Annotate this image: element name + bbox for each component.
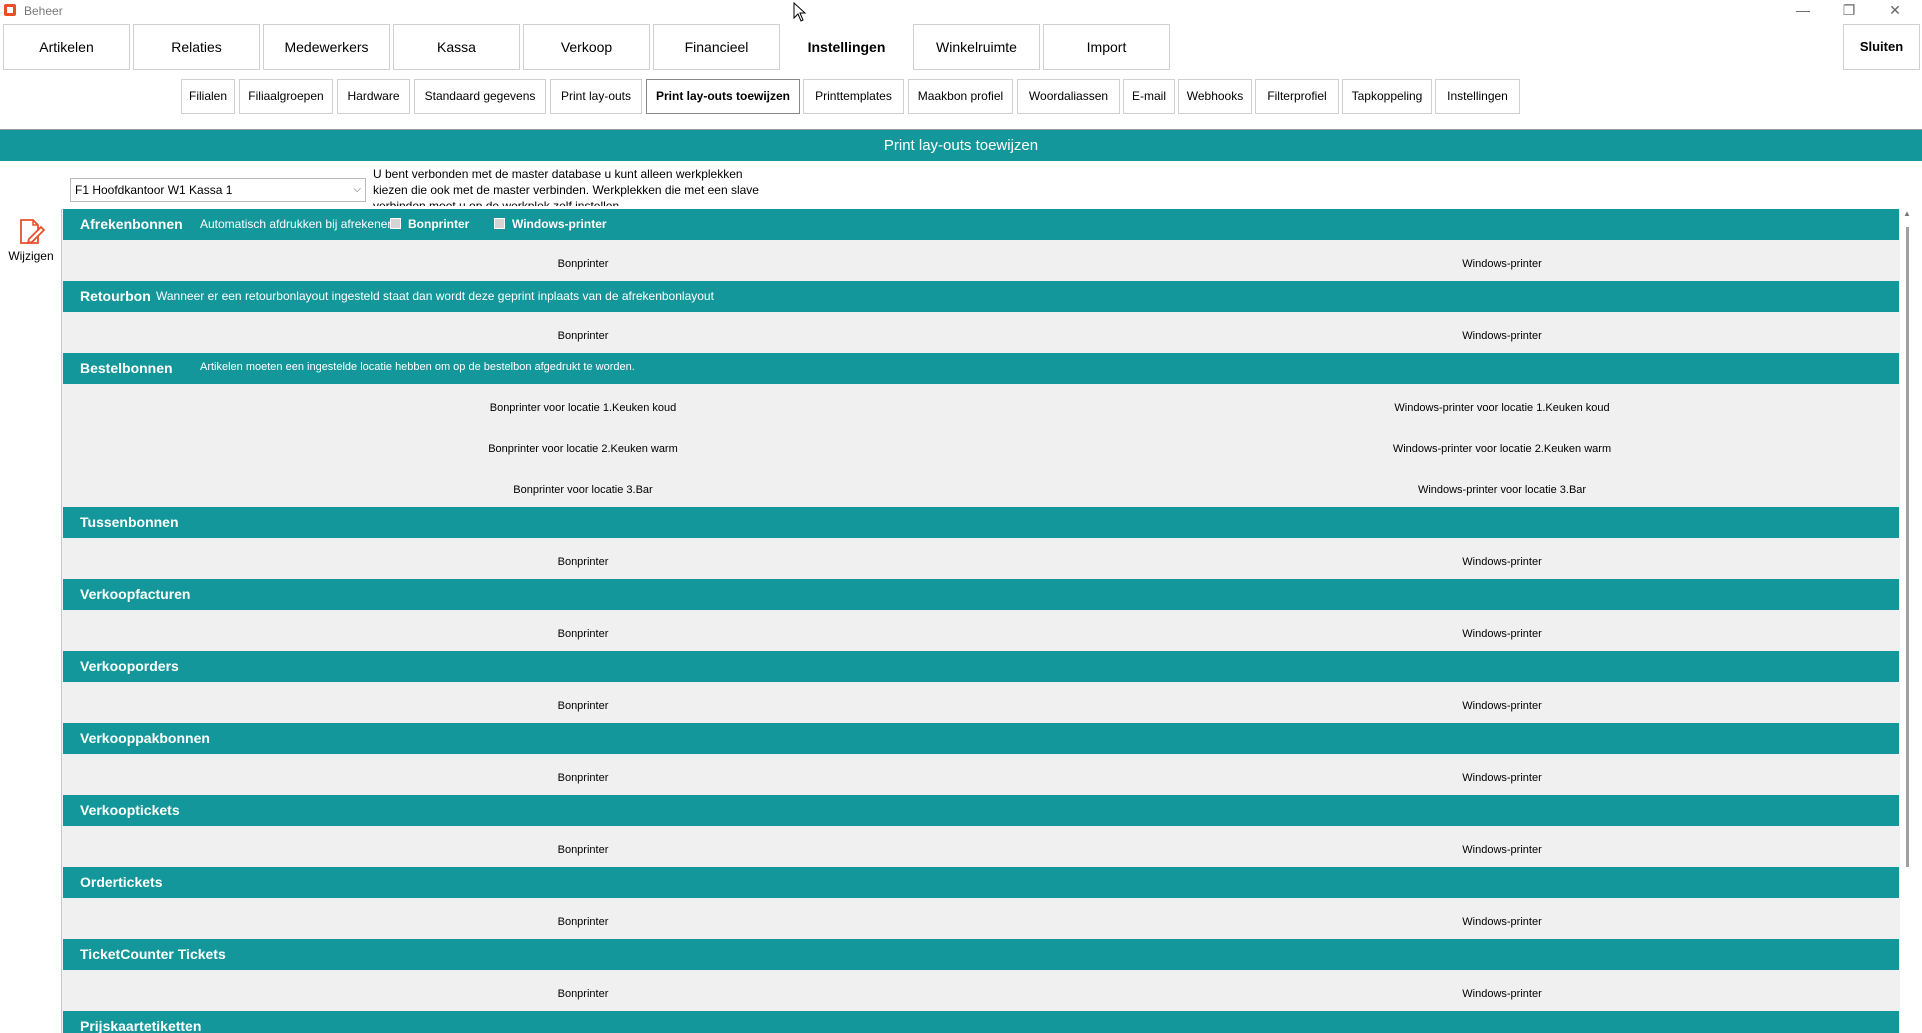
section-header-bestelbonnen: Bestelbonnen Artikelen moeten een ingest… [63,353,1899,384]
section-header-ordertickets: Ordertickets [63,867,1899,898]
subtab-print-layouts-toewijzen[interactable]: Print lay-outs toewijzen [646,79,800,114]
cell-bonprinter[interactable]: Bonprinter [233,700,933,712]
workstation-select-value: F1 Hoofdkantoor W1 Kassa 1 [75,183,233,197]
checkbox-bonprinter[interactable] [390,218,401,229]
section-title: Prijskaartetiketten [80,1018,202,1033]
subtab-filiaalgroepen[interactable]: Filiaalgroepen [239,79,333,114]
title-bar: Beheer — ❐ ✕ [0,0,1922,22]
subtab-maakbon-profiel[interactable]: Maakbon profiel [908,79,1013,114]
tab-winkelruimte[interactable]: Winkelruimte [913,24,1040,70]
subtab-filialen[interactable]: Filialen [181,79,235,114]
section-header-prijskaartetiketten: Prijskaartetiketten [63,1011,1899,1033]
section-title: Afrekenbonnen [80,216,183,232]
cell-bonprinter[interactable]: Bonprinter [233,628,933,640]
section-title: Verkooppakbonnen [80,730,210,746]
section-title: Retourbon [80,288,151,304]
section-title: Verkoopfacturen [80,586,191,602]
section-title: Verkooporders [80,658,179,674]
cell-windows-printer-locatie-1[interactable]: Windows-printer voor locatie 1.Keuken ko… [1152,402,1852,414]
subtab-hardware[interactable]: Hardware [337,79,410,114]
cell-windows-printer[interactable]: Windows-printer [1152,258,1852,270]
checkbox-windows-printer[interactable] [494,218,505,229]
checkbox-bonprinter-label: Bonprinter [408,217,470,231]
tab-artikelen[interactable]: Artikelen [3,24,130,70]
cell-windows-printer[interactable]: Windows-printer [1152,916,1852,928]
cell-windows-printer[interactable]: Windows-printer [1152,988,1852,1000]
cell-bonprinter[interactable]: Bonprinter [233,556,933,568]
edit-document-icon [20,219,46,245]
tab-relaties[interactable]: Relaties [133,24,260,70]
master-database-info: U bent verbonden met de master database … [373,167,759,206]
subtab-woordaliassen[interactable]: Woordaliassen [1017,79,1120,114]
cell-bonprinter[interactable]: Bonprinter [233,988,933,1000]
minimize-button[interactable]: — [1780,0,1826,22]
section-header-tussenbonnen: Tussenbonnen [63,507,1899,538]
section-header-verkooppakbonnen: Verkooppakbonnen [63,723,1899,754]
sluiten-button[interactable]: Sluiten [1843,24,1920,70]
section-header-verkooporders: Verkooporders [63,651,1899,682]
cell-windows-printer-locatie-3[interactable]: Windows-printer voor locatie 3.Bar [1152,484,1852,496]
window-close-button[interactable]: ✕ [1872,0,1918,22]
app-icon [4,4,16,16]
cell-bonprinter[interactable]: Bonprinter [233,330,933,342]
section-header-verkooptickets: Verkooptickets [63,795,1899,826]
section-title: Bestelbonnen [80,360,173,376]
cell-windows-printer[interactable]: Windows-printer [1152,844,1852,856]
section-title: Tussenbonnen [80,514,179,530]
subtab-email[interactable]: E-mail [1123,79,1175,114]
section-note: Automatisch afdrukken bij afrekenen [200,217,395,231]
chevron-down-icon: ⌵ [353,184,361,195]
cell-bonprinter[interactable]: Bonprinter [233,258,933,270]
cell-bonprinter-locatie-1[interactable]: Bonprinter voor locatie 1.Keuken koud [233,402,933,414]
subtab-standaard-gegevens[interactable]: Standaard gegevens [414,79,546,114]
tab-import[interactable]: Import [1043,24,1170,70]
cell-windows-printer[interactable]: Windows-printer [1152,556,1852,568]
cell-windows-printer[interactable]: Windows-printer [1152,772,1852,784]
section-header-retourbon: Retourbon Wanneer er een retourbonlayout… [63,281,1899,312]
scroll-up-icon[interactable]: ▲ [1903,209,1911,218]
window-title: Beheer [24,4,63,18]
cell-windows-printer[interactable]: Windows-printer [1152,330,1852,342]
cell-windows-printer[interactable]: Windows-printer [1152,628,1852,640]
section-title: TicketCounter Tickets [80,946,226,962]
cell-windows-printer-locatie-2[interactable]: Windows-printer voor locatie 2.Keuken wa… [1152,443,1852,455]
workstation-select[interactable]: F1 Hoofdkantoor W1 Kassa 1 ⌵ [70,178,366,202]
cell-bonprinter-locatie-2[interactable]: Bonprinter voor locatie 2.Keuken warm [233,443,933,455]
wijzigen-button[interactable]: Wijzigen [6,215,56,271]
checkbox-windows-printer-label: Windows-printer [512,217,607,231]
tab-kassa[interactable]: Kassa [393,24,520,70]
print-layout-grid: Afrekenbonnen Automatisch afdrukken bij … [61,209,1900,1033]
section-header-ticketcounter-tickets: TicketCounter Tickets [63,939,1899,970]
mouse-cursor-icon [793,2,807,22]
wijzigen-label: Wijzigen [8,249,54,263]
subtab-filterprofiel[interactable]: Filterprofiel [1255,79,1339,114]
maximize-button[interactable]: ❐ [1826,0,1872,22]
cell-bonprinter[interactable]: Bonprinter [233,916,933,928]
subtab-print-layouts[interactable]: Print lay-outs [550,79,642,114]
page-title: Print lay-outs toewijzen [0,130,1922,161]
section-note: Wanneer er een retourbonlayout ingesteld… [156,289,714,303]
vertical-scrollbar[interactable]: ▲ [1903,209,1913,1033]
section-title: Verkooptickets [80,802,180,818]
tab-instellingen[interactable]: Instellingen [783,24,910,70]
section-header-afrekenbonnen: Afrekenbonnen Automatisch afdrukken bij … [63,209,1899,240]
tab-verkoop[interactable]: Verkoop [523,24,650,70]
tab-medewerkers[interactable]: Medewerkers [263,24,390,70]
tab-financieel[interactable]: Financieel [653,24,780,70]
subtab-tapkoppeling[interactable]: Tapkoppeling [1342,79,1432,114]
section-title: Ordertickets [80,874,163,890]
cell-bonprinter[interactable]: Bonprinter [233,844,933,856]
cell-bonprinter-locatie-3[interactable]: Bonprinter voor locatie 3.Bar [233,484,933,496]
scrollbar-thumb[interactable] [1906,227,1909,867]
cell-bonprinter[interactable]: Bonprinter [233,772,933,784]
section-note: Artikelen moeten een ingestelde locatie … [200,361,635,373]
section-header-verkoopfacturen: Verkoopfacturen [63,579,1899,610]
cell-windows-printer[interactable]: Windows-printer [1152,700,1852,712]
subtab-instellingen[interactable]: Instellingen [1435,79,1520,114]
subtab-webhooks[interactable]: Webhooks [1178,79,1252,114]
subtab-printtemplates[interactable]: Printtemplates [803,79,904,114]
